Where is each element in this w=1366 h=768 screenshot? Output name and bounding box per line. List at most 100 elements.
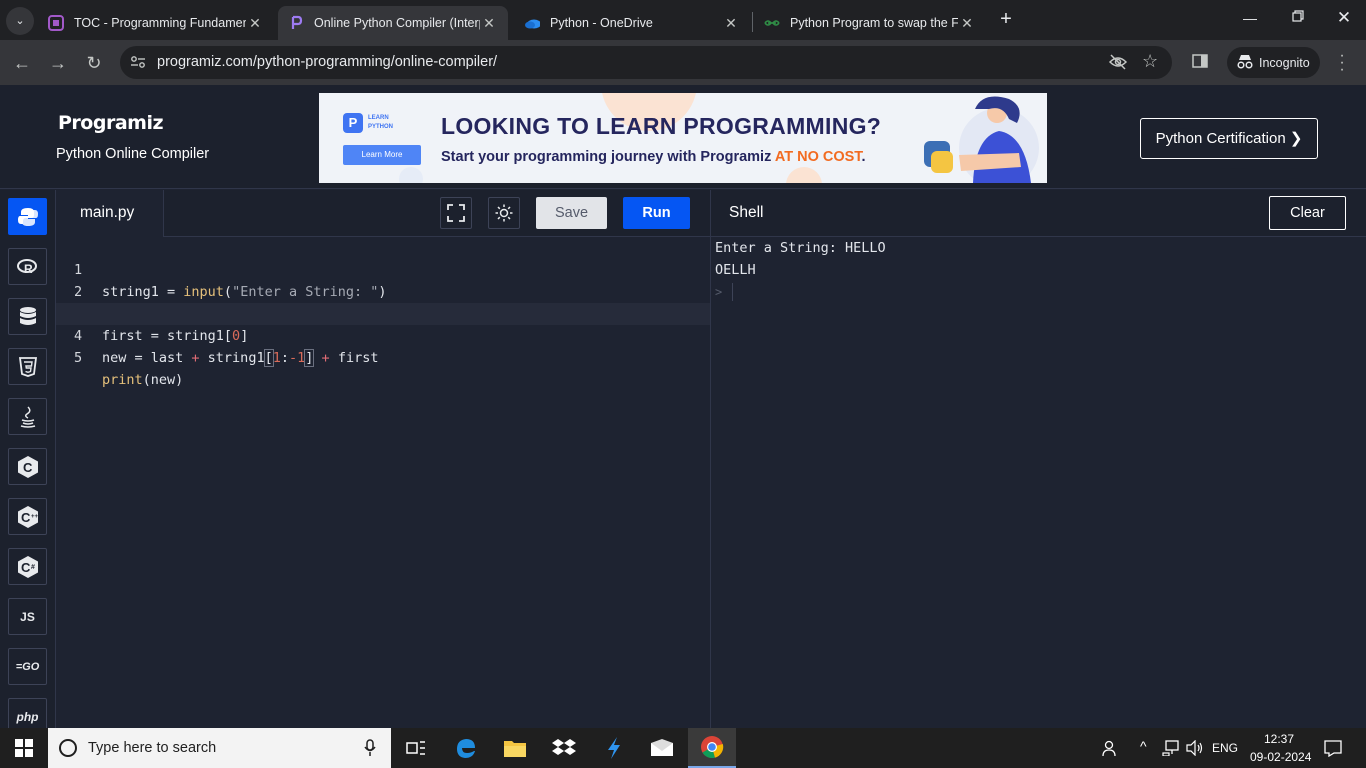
taskbar-search-box[interactable]: Type here to search (48, 728, 391, 768)
browser-tab-active[interactable]: Online Python Compiler (Interp ✕ (278, 6, 508, 40)
sidebar-item-java[interactable] (8, 398, 47, 435)
incognito-icon (1236, 54, 1254, 73)
notification-icon[interactable] (1324, 740, 1342, 757)
chevron-up-icon[interactable]: ^ (1140, 738, 1147, 754)
sun-icon (495, 204, 513, 222)
code-line: 1 string1 = input("Enter a String: ") (56, 237, 710, 300)
folder-icon (504, 741, 526, 757)
sidebar-item-r[interactable]: R (8, 248, 47, 285)
tab-separator (752, 12, 753, 32)
browser-tab[interactable]: Python - OneDrive ✕ (514, 6, 750, 40)
browser-tab[interactable]: Python Program to swap the Fi ✕ (754, 6, 986, 40)
sidebar-item-c[interactable]: C (8, 448, 47, 485)
browser-toolbar: ← → ↻ programiz.com/python-programming/o… (0, 40, 1366, 85)
arrow-right-icon: → (49, 53, 67, 73)
code-line: 2 last = string1[-1] (56, 259, 710, 322)
fullscreen-button[interactable] (440, 197, 472, 229)
fullscreen-icon (447, 204, 465, 222)
task-view-icon (406, 741, 425, 755)
chrome-icon (701, 736, 724, 759)
python-icon (17, 207, 38, 226)
volume-icon[interactable] (1186, 740, 1204, 756)
forward-button[interactable]: → (45, 50, 71, 76)
minimize-window-button[interactable]: — (1236, 10, 1264, 30)
browser-menu-button[interactable]: · · · (1334, 48, 1350, 78)
sidebar-item-cpp[interactable]: C ++ (8, 498, 47, 535)
sidebar-item-python[interactable] (8, 198, 47, 235)
close-tab-icon[interactable]: ✕ (958, 15, 976, 32)
clock-date[interactable]: 09-02-2024 (1250, 750, 1311, 764)
c-icon: C (17, 455, 38, 478)
ad-subline: Start your programming journey with Prog… (441, 149, 866, 165)
start-button[interactable] (0, 728, 48, 768)
tab-title: Online Python Compiler (Interp (314, 16, 480, 30)
sidebar-item-javascript[interactable]: JS (8, 598, 47, 635)
sidebar-item-go[interactable]: =GO (8, 648, 47, 685)
bolt-icon (608, 737, 620, 759)
shell-header: Shell Clear (710, 190, 1366, 237)
search-placeholder: Type here to search (88, 740, 217, 756)
reload-button[interactable]: ↻ (81, 50, 107, 76)
taskbar-dropbox[interactable] (540, 728, 588, 768)
browser-tab[interactable]: TOC - Programming Fundamen ✕ (38, 6, 274, 40)
back-button[interactable]: ← (9, 50, 35, 76)
shell-prompt: > (715, 285, 723, 299)
run-button[interactable]: Run (623, 197, 690, 229)
clock-time[interactable]: 12:37 (1264, 732, 1294, 746)
incognito-indicator[interactable]: Incognito (1227, 47, 1320, 78)
bookmark-star-icon[interactable]: ☆ (1142, 51, 1158, 72)
tab-search-button[interactable]: ⌄ (6, 7, 34, 35)
sidebar-item-html[interactable] (8, 348, 47, 385)
ad-badge-line2: PYTHON (368, 124, 394, 130)
microphone-icon[interactable] (364, 739, 376, 757)
people-icon[interactable] (1102, 739, 1120, 757)
task-view-button[interactable] (392, 728, 440, 768)
side-panel-icon[interactable] (1192, 54, 1208, 73)
edge-icon (457, 739, 475, 758)
taskbar-file-explorer[interactable] (491, 728, 539, 768)
close-tab-icon[interactable]: ✕ (480, 15, 498, 32)
taskbar-edge[interactable] (442, 728, 490, 768)
shell-output[interactable]: Enter a String: HELLO OELLH > (710, 237, 1366, 728)
programiz-p-icon: P (343, 113, 363, 133)
restore-window-button[interactable] (1284, 9, 1312, 29)
ad-learn-more-button[interactable]: Learn More (343, 145, 421, 165)
taskbar-app-bolt[interactable] (590, 728, 638, 768)
site-settings-icon[interactable] (130, 55, 146, 74)
save-button[interactable]: Save (536, 197, 607, 229)
clear-button[interactable]: Clear (1269, 196, 1346, 230)
close-tab-icon[interactable]: ✕ (246, 15, 264, 32)
theme-toggle-button[interactable] (488, 197, 520, 229)
network-icon[interactable] (1162, 740, 1180, 756)
tab-title: Python - OneDrive (550, 16, 653, 30)
ad-banner[interactable]: P LEARN PYTHON Learn More LOOKING TO LEA… (319, 93, 1047, 183)
tab-title: Python Program to swap the Fi (790, 16, 958, 30)
new-tab-button[interactable]: + (994, 8, 1018, 32)
address-bar[interactable]: programiz.com/python-programming/online-… (120, 46, 1172, 79)
csharp-icon: C # (17, 555, 38, 578)
svg-text:#: # (31, 564, 35, 571)
code-editor[interactable]: 1 string1 = input("Enter a String: ") 2 … (56, 237, 710, 728)
language-sidebar: R C C ++ C # JS =GO php (0, 190, 56, 735)
code-text[interactable]: new = last + string1[1:-1] + first (102, 347, 378, 369)
dropbox-icon (552, 739, 576, 755)
shell-title: Shell (729, 204, 764, 221)
eye-off-icon[interactable] (1108, 54, 1128, 75)
file-tab-main-py[interactable]: main.py (56, 190, 164, 237)
taskbar-chrome[interactable] (688, 728, 736, 768)
line-number: 5 (74, 350, 83, 366)
python-certification-button[interactable]: Python Certification ❯ (1140, 118, 1318, 159)
shell-input-caret[interactable] (732, 283, 733, 301)
close-window-button[interactable]: ✕ (1330, 8, 1358, 30)
input-language[interactable]: ENG (1212, 741, 1238, 755)
ad-highlight: AT NO COST (774, 149, 862, 165)
sidebar-item-sql[interactable] (8, 298, 47, 335)
sidebar-item-csharp[interactable]: C # (8, 548, 47, 585)
code-text[interactable]: print(new) (102, 369, 183, 391)
svg-text:C: C (23, 460, 33, 475)
more-vert-icon: · · · (1339, 47, 1345, 78)
close-tab-icon[interactable]: ✕ (722, 15, 740, 32)
programiz-logo[interactable]: Programiz (58, 112, 164, 134)
taskbar-mail[interactable] (638, 728, 686, 768)
php-icon: php (16, 709, 39, 724)
